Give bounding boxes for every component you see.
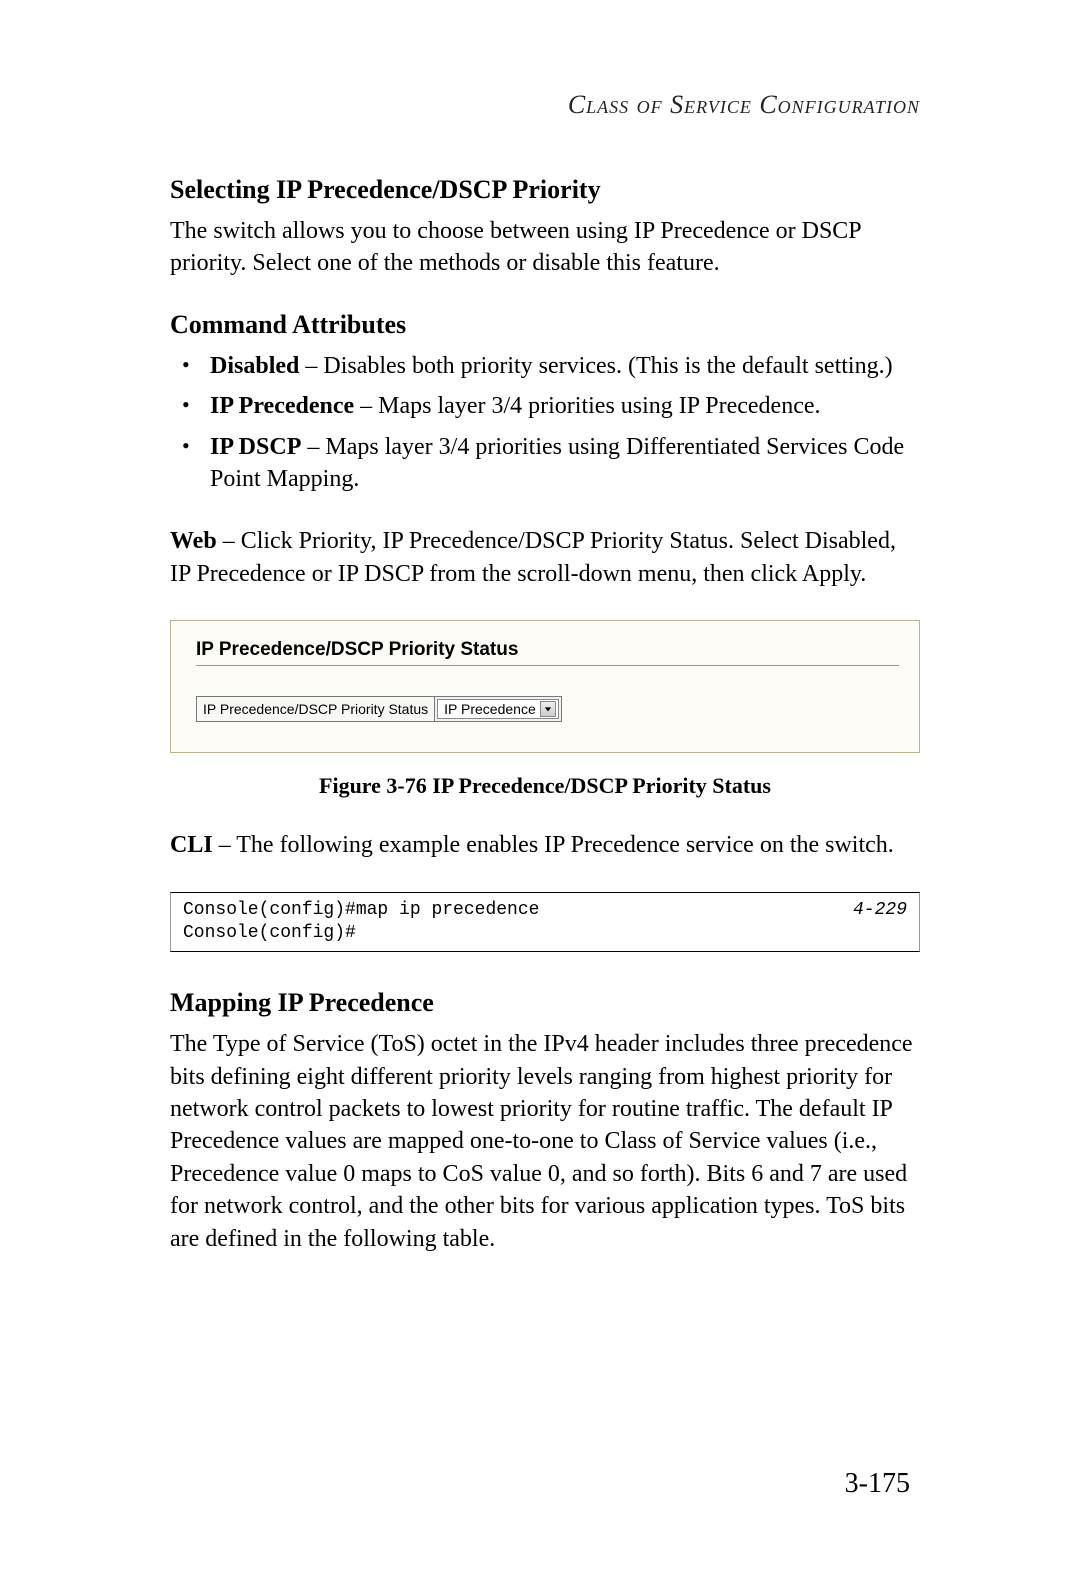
cli-label: CLI xyxy=(170,832,213,858)
attr-desc: – Maps layer 3/4 priorities using IP Pre… xyxy=(354,393,820,419)
web-label: Web xyxy=(170,528,217,554)
config-panel: IP Precedence/DSCP Priority Status IP Pr… xyxy=(170,620,920,753)
section-heading-selecting: Selecting IP Precedence/DSCP Priority xyxy=(170,175,920,205)
chapter-header: Class of Service Configuration xyxy=(170,90,920,120)
attr-term: IP DSCP xyxy=(210,434,301,460)
attr-term: Disabled xyxy=(210,353,299,379)
command-attributes-list: Disabled – Disables both priority servic… xyxy=(170,350,920,496)
web-text: – Click Priority, IP Precedence/DSCP Pri… xyxy=(170,528,896,586)
web-instruction: Web – Click Priority, IP Precedence/DSCP… xyxy=(170,525,920,590)
list-item: IP DSCP – Maps layer 3/4 priorities usin… xyxy=(210,431,920,496)
cli-reference: 4-229 xyxy=(853,899,907,946)
section-body-mapping: The Type of Service (ToS) octet in the I… xyxy=(170,1028,920,1255)
section-heading-mapping: Mapping IP Precedence xyxy=(170,988,920,1018)
divider xyxy=(196,665,899,666)
list-item: IP Precedence – Maps layer 3/4 prioritie… xyxy=(210,390,920,422)
chevron-down-icon xyxy=(540,701,556,717)
attr-desc: – Disables both priority services. (This… xyxy=(299,353,892,379)
command-attributes-heading: Command Attributes xyxy=(170,310,920,340)
config-row: IP Precedence/DSCP Priority Status IP Pr… xyxy=(196,696,562,722)
cli-text: – The following example enables IP Prece… xyxy=(213,832,894,858)
page-number: 3-175 xyxy=(845,1468,910,1500)
cli-lines: Console(config)#map ip precedence Consol… xyxy=(183,899,539,946)
attr-term: IP Precedence xyxy=(210,393,354,419)
cli-instruction: CLI – The following example enables IP P… xyxy=(170,829,920,861)
document-page: Class of Service Configuration Selecting… xyxy=(0,0,1080,1345)
figure-caption: Figure 3-76 IP Precedence/DSCP Priority … xyxy=(170,773,920,799)
config-panel-title: IP Precedence/DSCP Priority Status xyxy=(196,639,899,661)
config-field-label: IP Precedence/DSCP Priority Status xyxy=(197,697,434,721)
config-select-value: IP Precedence xyxy=(440,701,540,717)
list-item: Disabled – Disables both priority servic… xyxy=(210,350,920,382)
config-select[interactable]: IP Precedence xyxy=(434,697,561,721)
cli-code-block: Console(config)#map ip precedence Consol… xyxy=(170,892,920,953)
section-intro-text: The switch allows you to choose between … xyxy=(170,215,920,280)
attr-desc: – Maps layer 3/4 priorities using Differ… xyxy=(210,434,904,492)
